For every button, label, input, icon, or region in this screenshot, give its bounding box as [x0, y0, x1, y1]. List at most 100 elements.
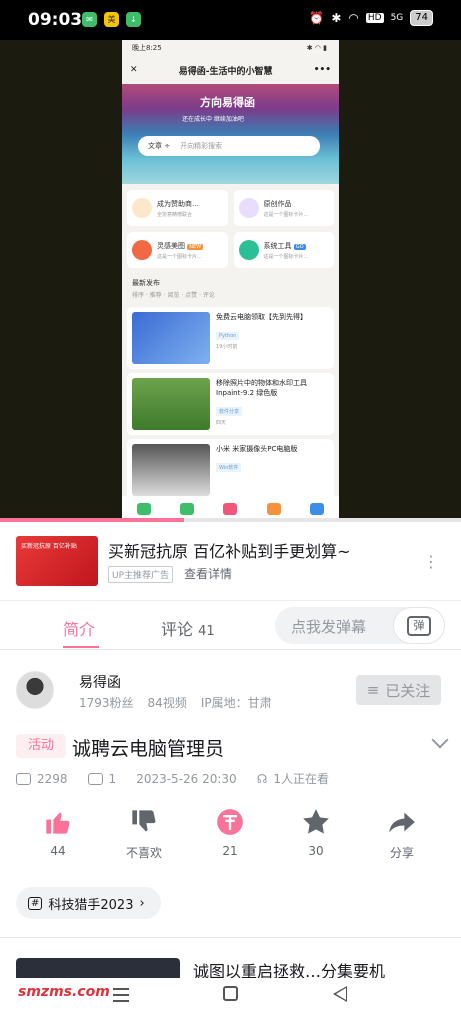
fire-icon [132, 240, 152, 260]
video-stats: 2298 1 2023-5-26 20:30 ☊ 1人正在看 [16, 770, 329, 787]
danmaku-button[interactable]: 弹 [393, 607, 445, 644]
author-ip: IP属地：甘肃 [200, 696, 272, 710]
tab-underline [63, 646, 99, 648]
danmaku-input[interactable]: 点我发弹幕 弹 [275, 607, 445, 644]
frame-card-title: 成为赞助商… [157, 199, 199, 208]
ad-banner[interactable]: 买新冠抗原 百亿补贴 买新冠抗原 百亿补贴到手更划算~ UP主推荐广告 查看详情… [0, 522, 461, 600]
tab-comments-label: 评论 [161, 620, 194, 639]
thumbs-up-icon [46, 812, 70, 834]
danmaku-count-icon [87, 772, 103, 785]
follow-label: 已关注 [385, 681, 431, 700]
more-icon: ••• [313, 65, 331, 75]
bell-icon [266, 503, 281, 515]
status-icons: ⏰ ✱ ◠ HD 5G 74 [309, 10, 433, 26]
coin-button[interactable]: 21 [200, 808, 260, 858]
play-count: 2298 [37, 771, 68, 786]
tab-intro[interactable]: 简介 [63, 616, 95, 640]
chevron-right-icon: › [139, 895, 145, 911]
download-icon: ↓ [126, 12, 141, 27]
watching-count: 1人正在看 [273, 772, 329, 786]
wechat-icon: ✉ [82, 12, 97, 27]
follow-button[interactable]: ≡ 已关注 [356, 675, 441, 705]
video-title-row: 活动 诚聘云电脑管理员 [16, 731, 449, 762]
frame-time: 晚上8:25 [132, 44, 162, 52]
like-button[interactable]: 44 [28, 808, 88, 858]
activity-tag[interactable]: 活动 [16, 734, 66, 758]
frame-app-header: ✕ 易得函-生活中的小智慧 ••• [122, 56, 339, 84]
frame-section-title: 最新发布 [132, 279, 160, 287]
more-vertical-icon[interactable]: ⋮ [423, 552, 439, 571]
frame-banner: 方向易得函 还在成长中 继续加油吧 文章 ÷ 开向精彩搜索 [122, 84, 339, 184]
frame-status-icons: ✱ ◠ ▮ [306, 44, 327, 52]
hashtag-icon: # [28, 896, 43, 910]
frame-post-title: 移除照片中的物体和水印工具 Inpaint-9.2 绿色版 [216, 379, 307, 397]
favorite-count: 30 [308, 844, 324, 858]
video-title: 诚聘云电脑管理员 [72, 738, 225, 760]
recommended-thumbnail[interactable] [16, 958, 180, 978]
frame-card-title: 原创作品 [263, 199, 292, 208]
frame-search-category: 文章 ÷ [148, 142, 171, 150]
frame-card-badge: NEW [187, 243, 204, 250]
share-icon [389, 812, 415, 833]
author-name[interactable]: 易得函 [79, 672, 121, 692]
back-icon[interactable] [333, 986, 347, 1002]
frame-card-badge: GO [293, 243, 306, 250]
favorite-button[interactable]: 30 [286, 808, 346, 858]
frame-post: 移除照片中的物体和水印工具 Inpaint-9.2 绿色版 软件分享 四天 [127, 373, 334, 435]
battery-icon: 74 [410, 10, 433, 26]
ad-image[interactable]: 买新冠抗原 百亿补贴 [16, 536, 98, 586]
frame-banner-subtitle: 还在成长中 继续加油吧 [182, 116, 244, 123]
hd-badge: HD [365, 13, 384, 23]
frame-post-meta: 19小时前 [216, 344, 238, 350]
watermark: smzms.com [18, 984, 110, 1000]
coin-count: 21 [222, 844, 238, 858]
action-row: 44 不喜欢 21 30 分享 [0, 808, 461, 868]
video-player[interactable]: 晚上8:25 ✱ ◠ ▮ ✕ 易得函-生活中的小智慧 ••• 方向易得函 还在成… [0, 40, 461, 522]
frame-post-tag: Win软件 [216, 463, 242, 472]
crown-icon [132, 198, 152, 218]
frame-banner-title: 方向易得函 [200, 96, 255, 109]
frame-card-sub: 这是一个图标卡片… [263, 253, 309, 260]
ad-details-link[interactable]: 查看详情 [184, 565, 232, 582]
user-icon [310, 503, 325, 515]
tab-comments[interactable]: 评论 41 [161, 616, 215, 640]
dislike-button[interactable]: 不喜欢 [114, 808, 174, 861]
frame-post: 免费云电脑领取【先到先得】 Python 19小时前 [127, 307, 334, 369]
dislike-label: 不喜欢 [125, 846, 162, 860]
frame-app-title: 易得函-生活中的小智慧 [178, 66, 273, 77]
topic-chip[interactable]: # 科技猎手2023 › [16, 887, 161, 919]
video-frame-phone: 晚上8:25 ✱ ◠ ▮ ✕ 易得函-生活中的小智慧 ••• 方向易得函 还在成… [122, 40, 339, 522]
alarm-icon: ⏰ [309, 11, 325, 25]
frame-card-sub: 这是一个图标卡片… [263, 211, 309, 218]
frame-post-tag: Python [216, 332, 240, 340]
home-button-icon[interactable] [223, 986, 238, 1001]
ad-title[interactable]: 买新冠抗原 百亿补贴到手更划算~ [108, 538, 351, 562]
watching-icon: ☊ [256, 771, 268, 786]
author-videos: 84视频 [147, 696, 187, 710]
avatar[interactable] [16, 671, 54, 709]
frame-post-thumb [132, 444, 210, 496]
danmaku-icon: 弹 [407, 616, 431, 636]
frame-post-title: 免费云电脑领取【先到先得】 [216, 313, 307, 321]
recents-icon[interactable] [113, 988, 129, 1002]
frame-card-title: 灵感美图 [157, 241, 185, 250]
share-button[interactable]: 分享 [372, 808, 432, 861]
comment-count: 41 [198, 624, 215, 639]
frame-card: 系统工具 GO 这是一个图标卡片… [233, 232, 334, 268]
danmaku-placeholder: 点我发弹幕 [291, 618, 367, 636]
danmaku-count: 1 [108, 771, 117, 786]
play-count-icon [16, 772, 31, 785]
ad-badge: UP主推荐广告 [108, 566, 174, 583]
chevron-down-icon[interactable] [431, 731, 449, 749]
recommended-title[interactable]: 诚图以重启拯救…分集要机 [193, 958, 443, 978]
system-nav-bar: smzms.com [0, 978, 461, 1024]
clock: 09:03 [28, 10, 83, 30]
share-label: 分享 [389, 846, 414, 860]
bluetooth-icon: ✱ [331, 11, 342, 25]
frame-post-meta: 四天 [216, 420, 227, 426]
author-meta: 1793粉丝 84视频 IP属地：甘肃 [79, 694, 272, 711]
frame-post-title: 小米 米家摄像头PC电脑版 [216, 445, 298, 453]
wifi-icon: ◠ [348, 11, 359, 25]
menu-icon: ≡ [366, 681, 380, 699]
frame-card-sub: 这是一个图标卡片… [157, 253, 203, 260]
